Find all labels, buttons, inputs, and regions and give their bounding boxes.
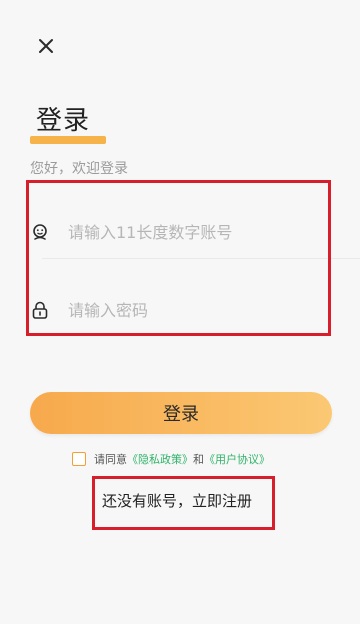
close-icon[interactable]: [36, 36, 56, 56]
agreement-row: 请同意 《隐私政策》 和 《用户协议》: [72, 451, 270, 467]
agreement-and: 和: [193, 453, 204, 466]
welcome-subtitle: 您好，欢迎登录: [30, 161, 128, 177]
agreement-checkbox[interactable]: [72, 452, 86, 466]
page-title-wrapper: 登录: [30, 104, 110, 144]
agreement-prefix: 请同意: [94, 453, 127, 466]
login-button[interactable]: 登录: [30, 392, 332, 434]
user-agreement-link[interactable]: 《用户协议》: [204, 451, 270, 467]
inputs-highlight-box: [26, 180, 331, 336]
register-highlight-box: [92, 476, 275, 530]
privacy-policy-link[interactable]: 《隐私政策》: [127, 451, 193, 467]
page-title: 登录: [36, 106, 91, 136]
